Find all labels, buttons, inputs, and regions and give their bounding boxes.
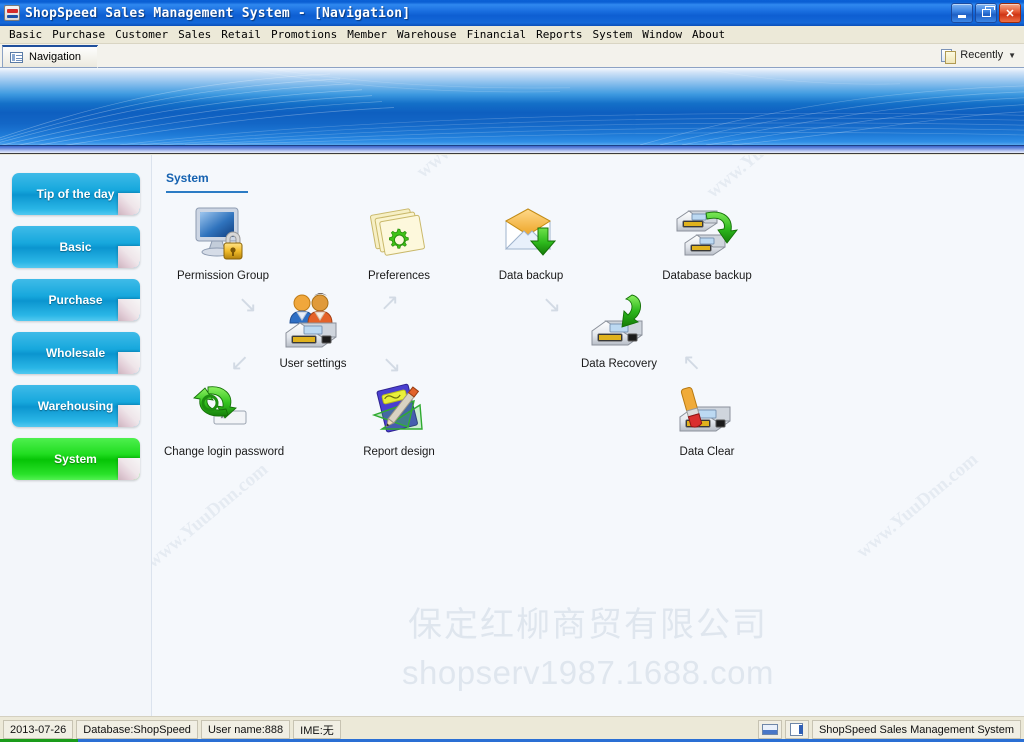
sidebar-item-label: Tip of the day: [36, 187, 115, 201]
sidebar-item-label: Warehousing: [37, 399, 114, 413]
sidebar-item-basic[interactable]: Basic: [11, 226, 140, 268]
icon-label: Database backup: [662, 270, 752, 282]
icon-label: Permission Group: [176, 270, 270, 282]
menu-item-system[interactable]: System: [588, 27, 638, 42]
recently-button[interactable]: Recently ▼: [941, 48, 1016, 64]
minimize-button[interactable]: [951, 3, 973, 23]
monitor-lock-icon: [164, 203, 282, 265]
main-panel: www.YuuDnn.com www.YuuDnn.com www.YuuDnn…: [152, 155, 1024, 716]
envelope-down-arrow-icon: [472, 203, 590, 265]
folder-gear-icon: [340, 203, 458, 265]
sidebar-item-label: Basic: [59, 240, 92, 254]
banner-underline: [0, 146, 1024, 154]
report-pencil-icon: [340, 379, 458, 441]
sidebar-item-label: Purchase: [48, 293, 103, 307]
menu-item-basic[interactable]: Basic: [4, 27, 47, 42]
icon-data-backup[interactable]: Data backup: [472, 203, 590, 282]
chevron-down-icon: ▼: [1008, 50, 1016, 60]
status-username: User name:888: [200, 720, 291, 739]
sidebar-item-purchase[interactable]: Purchase: [11, 279, 140, 321]
drive-brush-icon: [648, 379, 766, 441]
icon-label: Preferences: [367, 270, 430, 282]
menu-item-member[interactable]: Member: [342, 27, 392, 42]
icon-change-login-password[interactable]: * Change login password: [164, 379, 285, 458]
window-controls: ✕: [951, 3, 1021, 23]
icon-label: Data Clear: [679, 446, 735, 458]
menu-item-about[interactable]: About: [687, 27, 730, 42]
key-refresh-icon: *: [164, 379, 282, 441]
minimize-icon: [958, 14, 966, 18]
menu-item-reports[interactable]: Reports: [531, 27, 587, 42]
app-icon: [4, 5, 20, 21]
users-drive-icon: [254, 291, 372, 353]
menu-item-purchase[interactable]: Purchase: [47, 27, 110, 42]
window-title: ShopSpeed Sales Management System - [Nav…: [25, 5, 411, 21]
icon-user-settings[interactable]: User settings: [254, 291, 372, 370]
status-date: 2013-07-26: [3, 720, 74, 739]
close-button[interactable]: ✕: [999, 3, 1021, 23]
status-database: Database:ShopSpeed: [76, 720, 198, 739]
menu-item-promotions[interactable]: Promotions: [266, 27, 342, 42]
menu-item-window[interactable]: Window: [637, 27, 687, 42]
sidebar-item-wholesale[interactable]: Wholesale: [11, 332, 140, 374]
icon-report-design[interactable]: Report design: [340, 379, 458, 458]
navigation-icon: [10, 51, 23, 63]
sidebar: Tip of the day Basic Purchase Wholesale …: [0, 155, 152, 716]
icon-permission-group[interactable]: Permission Group: [164, 203, 282, 282]
icon-label: User settings: [279, 358, 347, 370]
sidebar-item-system[interactable]: System: [11, 438, 140, 480]
icon-label: Data Recovery: [580, 358, 658, 370]
icon-label: Report design: [363, 446, 435, 458]
recently-label: Recently: [960, 49, 1004, 61]
icon-data-clear[interactable]: Data Clear: [648, 379, 766, 458]
flow-arrow-down-left: ↙: [230, 349, 250, 375]
sidebar-item-label: Wholesale: [45, 346, 106, 360]
status-app-name: ShopSpeed Sales Management System: [811, 720, 1021, 739]
menubar: Basic Purchase Customer Sales Retail Pro…: [0, 26, 1024, 44]
window-titlebar: ShopSpeed Sales Management System - [Nav…: [0, 0, 1024, 26]
header-banner: [0, 68, 1024, 146]
icon-label: Change login password: [164, 446, 285, 458]
banner-waves: [0, 68, 1024, 145]
icon-preferences[interactable]: Preferences: [340, 203, 458, 282]
recent-documents-icon: [941, 48, 957, 64]
sidebar-item-tip-of-the-day[interactable]: Tip of the day: [11, 173, 140, 215]
panel-toggle-icon[interactable]: [784, 720, 809, 739]
tabstrip: Navigation Recently ▼: [0, 44, 1024, 69]
window-layout-icon[interactable]: [757, 720, 782, 739]
two-drives-arrow-icon: [648, 203, 766, 265]
flow-arrow-up-right: ↗: [380, 289, 400, 315]
menu-item-sales[interactable]: Sales: [173, 27, 216, 42]
restore-button[interactable]: [975, 3, 997, 23]
status-ime: IME:无: [293, 720, 341, 739]
icon-grid: ↘ ↗ ↙ ↘ ↘ ↖ Permission Group Preferences…: [152, 155, 1024, 716]
menu-item-retail[interactable]: Retail: [216, 27, 266, 42]
restore-icon: [981, 6, 995, 17]
sidebar-item-warehousing[interactable]: Warehousing: [11, 385, 140, 427]
tab-navigation[interactable]: Navigation: [2, 45, 108, 69]
content-area: Tip of the day Basic Purchase Wholesale …: [0, 155, 1024, 716]
close-icon: ✕: [1005, 7, 1015, 20]
sidebar-item-label: System: [54, 452, 97, 466]
flow-arrow-up-left: ↖: [682, 349, 702, 375]
drive-down-arrow-icon: [560, 291, 678, 353]
icon-database-backup[interactable]: Database backup: [648, 203, 766, 282]
flow-arrow-down-right: ↘: [382, 351, 402, 377]
menu-item-customer[interactable]: Customer: [110, 27, 173, 42]
icon-label: Data backup: [498, 270, 564, 282]
icon-data-recovery[interactable]: Data Recovery: [560, 291, 678, 370]
tab-navigation-label: Navigation: [29, 51, 81, 63]
flow-arrow-down-right: ↘: [542, 291, 562, 317]
menu-item-warehouse[interactable]: Warehouse: [392, 27, 462, 42]
menu-item-financial[interactable]: Financial: [462, 27, 532, 42]
